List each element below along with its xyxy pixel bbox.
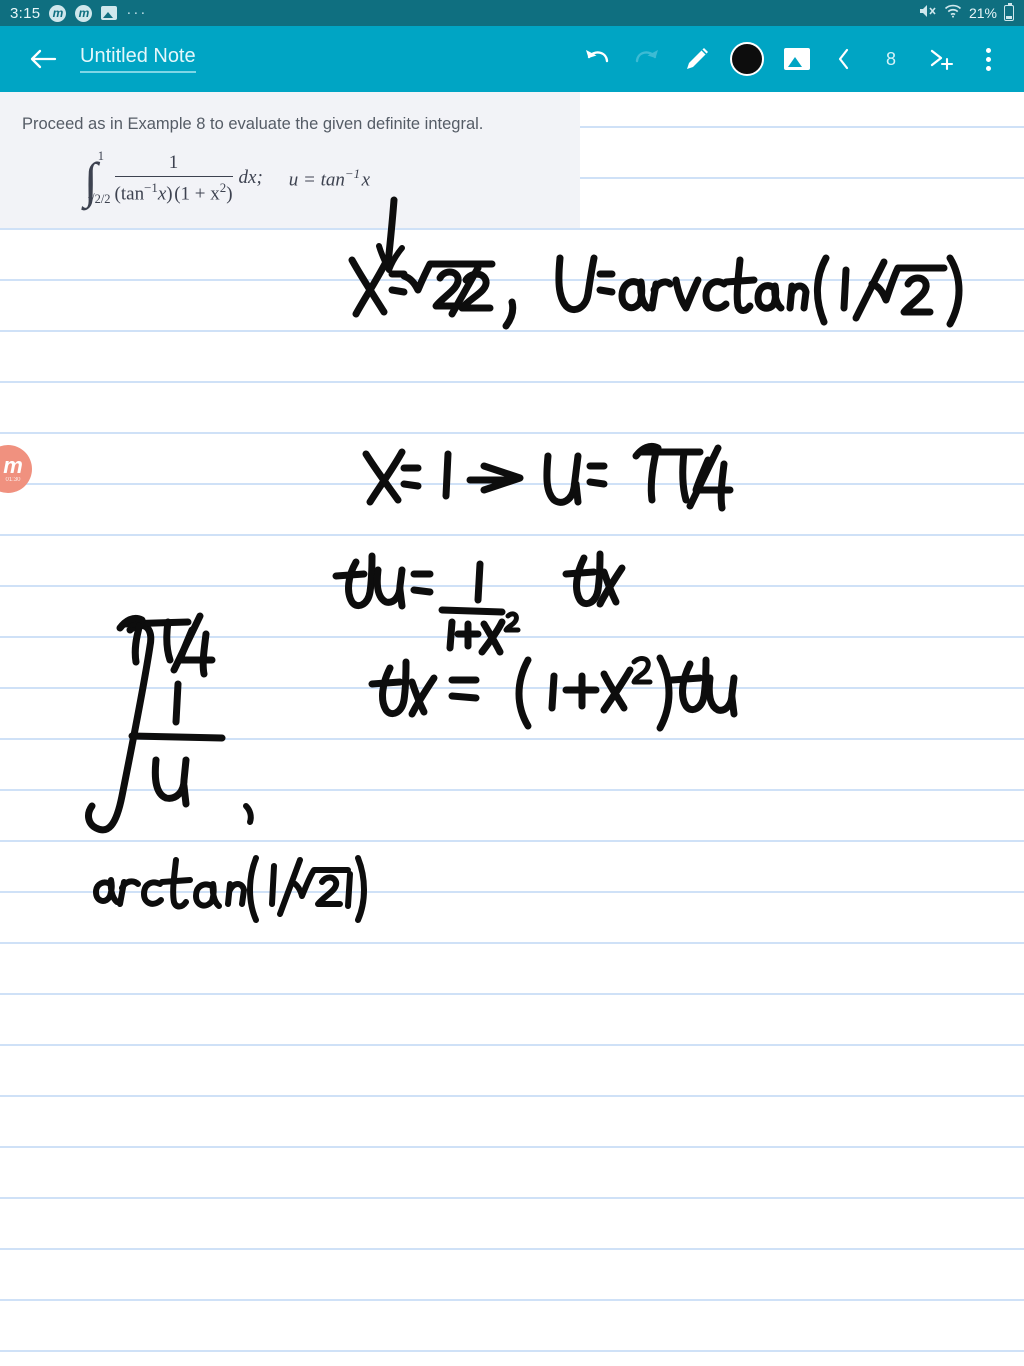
undo-button[interactable] (572, 34, 622, 84)
overflow-dots-icon: ··· (126, 4, 148, 21)
substitution: u = tan−1 x (288, 165, 371, 191)
back-button[interactable] (14, 30, 72, 88)
upper-limit: 1 (97, 149, 104, 164)
watermark-letter: m (3, 453, 23, 478)
integrand-fraction: 1 (tan−1x) (1 + x2) (114, 151, 233, 205)
mute-icon (919, 3, 937, 23)
status-bar-right: 21% (919, 3, 1014, 23)
status-clock: 3:15 (10, 4, 41, 22)
add-page-button[interactable] (916, 34, 966, 84)
color-swatch (730, 42, 764, 76)
battery-icon (1004, 3, 1014, 21)
note-app-screen: 3:15 m m ··· 21% Untitled Note 8 Proceed… (0, 0, 1024, 1366)
overflow-menu-button[interactable] (966, 34, 1010, 84)
wifi-icon (944, 4, 962, 22)
pen-tool-button[interactable] (672, 34, 722, 84)
battery-percent: 21% (968, 5, 997, 21)
previous-page-button[interactable] (822, 34, 866, 84)
status-bar-left: 3:15 m m ··· (10, 4, 148, 22)
status-bar: 3:15 m m ··· 21% (0, 0, 1024, 26)
m-badge-icon: m (49, 4, 67, 22)
problem-image-block[interactable]: Proceed as in Example 8 to evaluate the … (0, 92, 580, 228)
problem-prompt: Proceed as in Example 8 to evaluate the … (22, 115, 484, 133)
problem-formula: ∫ 1 √2/2 1 (tan−1x) (1 + x2) dx; u = tan… (22, 149, 560, 207)
note-title[interactable]: Untitled Note (80, 45, 196, 73)
toolbar: 8 (572, 34, 1024, 84)
image-notification-icon (101, 6, 118, 20)
fraction-numerator: 1 (168, 151, 179, 173)
redo-button[interactable] (622, 34, 672, 84)
m-badge-icon: m (75, 4, 93, 22)
integral-sign-icon: ∫ (84, 152, 98, 209)
pen-color-button[interactable] (722, 34, 772, 84)
image-icon (784, 48, 810, 70)
ruled-lines (0, 92, 1024, 1366)
differential: dx; (238, 167, 263, 189)
kebab-menu-icon (985, 47, 991, 71)
fraction-denominator: (tan−1x) (1 + x2) (114, 175, 233, 205)
watermark-caption: 01:30 (5, 477, 21, 483)
page-number[interactable]: 8 (866, 49, 916, 70)
note-canvas[interactable]: Proceed as in Example 8 to evaluate the … (0, 92, 1024, 1366)
app-bar: Untitled Note 8 (0, 26, 1024, 92)
insert-image-button[interactable] (772, 34, 822, 84)
